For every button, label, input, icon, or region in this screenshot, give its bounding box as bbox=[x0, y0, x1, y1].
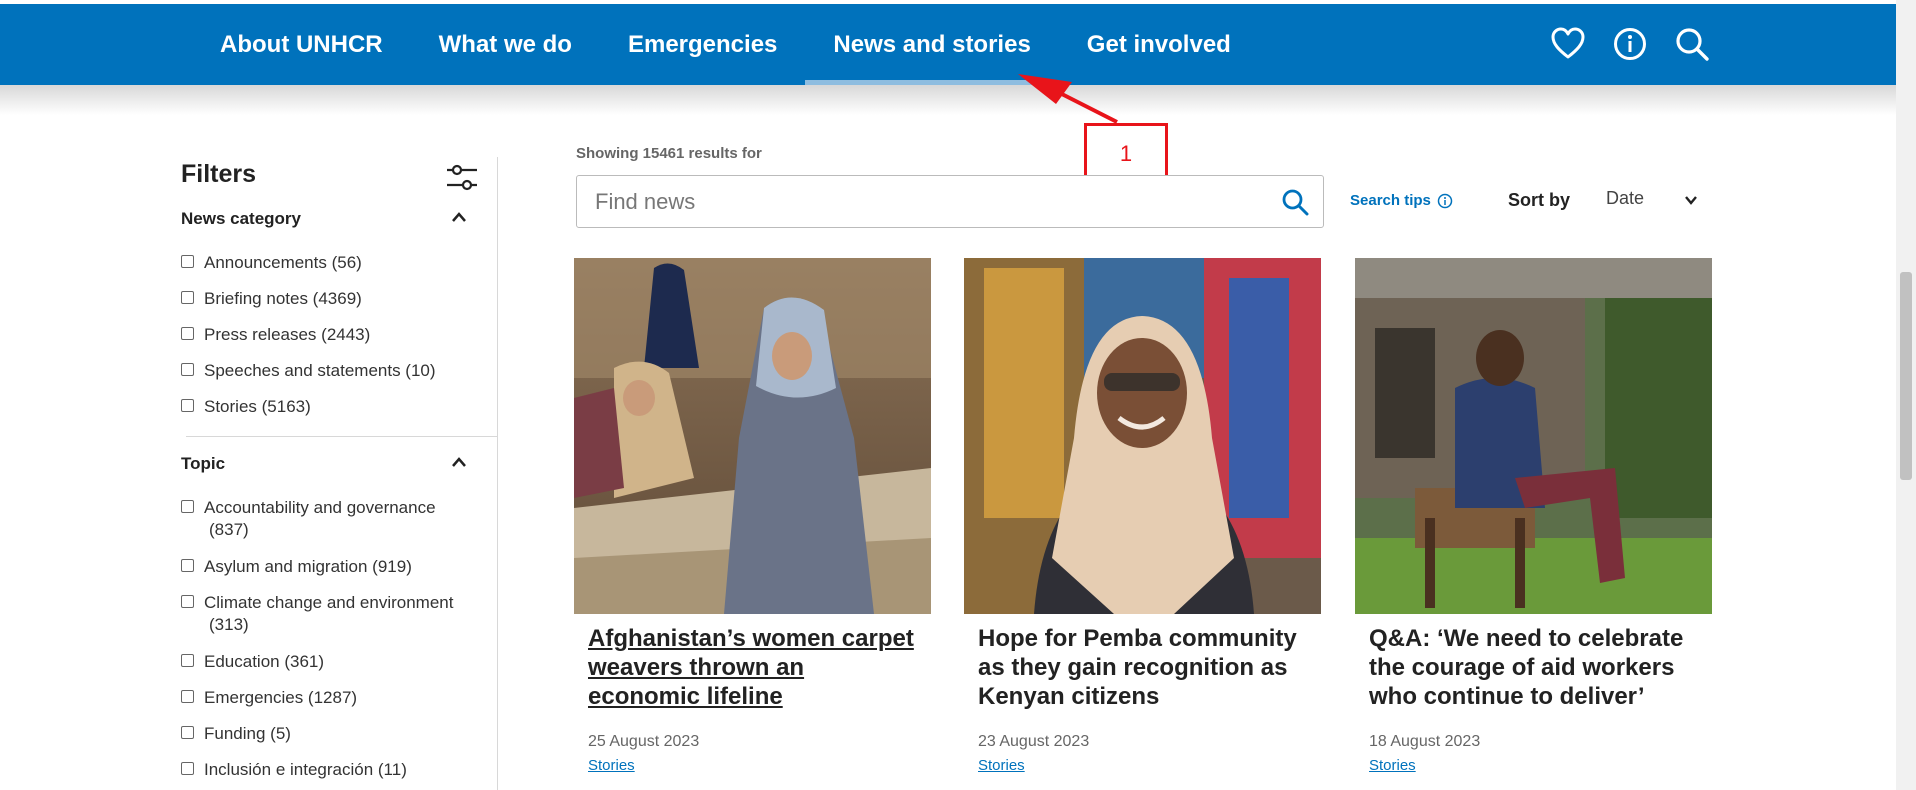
nav-shadow bbox=[0, 85, 1896, 115]
info-icon bbox=[1437, 193, 1453, 208]
checkbox[interactable] bbox=[181, 291, 194, 304]
news-card-category-link[interactable]: Stories bbox=[588, 757, 635, 774]
filter-option[interactable]: Press releases (2443) bbox=[181, 324, 481, 346]
news-card-category-link[interactable]: Stories bbox=[1369, 757, 1416, 774]
filter-option-text: Accountability and governance (837) bbox=[204, 497, 436, 541]
filter-sliders-icon[interactable] bbox=[446, 163, 478, 193]
filter-option-label: Briefing notes (4369) bbox=[204, 289, 362, 308]
filter-option-label: Education (361) bbox=[204, 652, 325, 671]
nav-item-about-unhcr[interactable]: About UNHCR bbox=[220, 4, 383, 85]
news-card: Hope for Pemba community as they gain re… bbox=[964, 258, 1321, 775]
filter-option-label: Inclusión e integración (11) bbox=[204, 760, 407, 779]
news-card-title[interactable]: Q&A: ‘We need to celebrate the courage o… bbox=[1369, 624, 1698, 711]
search-tips-label: Search tips bbox=[1350, 192, 1431, 209]
checkbox[interactable] bbox=[181, 690, 194, 703]
search-input[interactable] bbox=[595, 176, 1275, 227]
news-card-category-link[interactable]: Stories bbox=[978, 757, 1025, 774]
news-category-header[interactable]: News category bbox=[181, 209, 481, 229]
nav-item-news-and-stories[interactable]: News and stories bbox=[805, 4, 1060, 85]
news-card-date: 18 August 2023 bbox=[1369, 733, 1481, 750]
search-box bbox=[576, 175, 1324, 228]
checkbox[interactable] bbox=[181, 726, 194, 739]
checkbox[interactable] bbox=[181, 327, 194, 340]
sort-by-label: Sort by bbox=[1508, 190, 1571, 210]
chevron-down-icon bbox=[1685, 196, 1697, 205]
topic-title: Topic bbox=[181, 454, 226, 473]
checkbox[interactable] bbox=[181, 559, 194, 572]
filter-option[interactable]: Briefing notes (4369) bbox=[181, 288, 481, 310]
nav-item-what-we-do[interactable]: What we do bbox=[439, 4, 572, 85]
filter-option-label: Speeches and statements (10) bbox=[204, 361, 436, 380]
filter-option[interactable]: Inclusión e integración (11) bbox=[181, 759, 481, 781]
filter-option-label: Press releases (2443) bbox=[204, 325, 371, 344]
sort-selected-value: Date bbox=[1606, 188, 1645, 208]
filter-option[interactable]: Education (361) bbox=[181, 651, 481, 673]
news-card: Q&A: ‘We need to celebrate the courage o… bbox=[1355, 258, 1712, 775]
filter-option[interactable]: Emergencies (1287) bbox=[181, 687, 481, 709]
checkbox[interactable] bbox=[181, 255, 194, 268]
results-count-text: Showing 15461 results for bbox=[576, 145, 762, 162]
checkbox[interactable] bbox=[181, 500, 194, 513]
checkbox[interactable] bbox=[181, 595, 194, 608]
news-card-title[interactable]: Afghanistan’s women carpet weavers throw… bbox=[588, 624, 917, 711]
heart-icon[interactable] bbox=[1550, 26, 1586, 62]
news-category-title: News category bbox=[181, 209, 301, 228]
filter-option[interactable]: Accountability and governance (837) bbox=[181, 497, 481, 541]
checkbox[interactable] bbox=[181, 654, 194, 667]
checkbox[interactable] bbox=[181, 762, 194, 775]
search-icon[interactable] bbox=[1674, 26, 1710, 62]
filter-option[interactable]: Asylum and migration (919) bbox=[181, 556, 481, 578]
news-card: Afghanistan’s women carpet weavers throw… bbox=[574, 258, 931, 775]
filter-option[interactable]: Climate change and environment (313) bbox=[181, 592, 481, 636]
chevron-up-icon[interactable] bbox=[451, 211, 467, 223]
info-icon[interactable] bbox=[1612, 26, 1648, 62]
nav-item-emergencies[interactable]: Emergencies bbox=[628, 4, 777, 85]
nav-icon-group bbox=[1550, 26, 1710, 62]
filter-option-label: Announcements (56) bbox=[204, 253, 362, 272]
filter-option-label: Stories (5163) bbox=[204, 397, 311, 416]
filters-sidebar: Filters News category Announcements (56)… bbox=[181, 160, 481, 779]
page-scrollbar[interactable] bbox=[1896, 0, 1916, 790]
filter-option-label: Climate change and environment bbox=[204, 593, 454, 612]
main-nav-links: About UNHCR What we do Emergencies News … bbox=[220, 4, 1287, 85]
nav-item-get-involved[interactable]: Get involved bbox=[1087, 4, 1231, 85]
topic-header[interactable]: Topic bbox=[181, 454, 481, 474]
news-card-image[interactable] bbox=[964, 258, 1321, 614]
sidebar-section-divider bbox=[186, 436, 498, 437]
news-card-date: 23 August 2023 bbox=[978, 733, 1090, 750]
news-card-image[interactable] bbox=[1355, 258, 1712, 614]
news-card-title[interactable]: Hope for Pemba community as they gain re… bbox=[978, 624, 1307, 711]
news-card-date: 25 August 2023 bbox=[588, 733, 700, 750]
filter-option-label: Accountability and governance bbox=[204, 498, 436, 517]
filter-option-count: (313) bbox=[209, 615, 249, 634]
filter-option-count: (837) bbox=[209, 520, 249, 539]
filter-option[interactable]: Speeches and statements (10) bbox=[181, 360, 481, 382]
filter-option-label: Emergencies (1287) bbox=[204, 688, 358, 707]
filter-option[interactable]: Stories (5163) bbox=[181, 396, 481, 418]
scrollbar-thumb[interactable] bbox=[1900, 272, 1912, 480]
checkbox[interactable] bbox=[181, 399, 194, 412]
checkbox[interactable] bbox=[181, 363, 194, 376]
filter-option[interactable]: Announcements (56) bbox=[181, 252, 481, 274]
filter-option[interactable]: Funding (5) bbox=[181, 723, 481, 745]
sidebar-separator bbox=[497, 157, 498, 790]
filters-heading: Filters bbox=[181, 160, 257, 188]
search-tips-link[interactable]: Search tips bbox=[1350, 192, 1453, 209]
filter-option-label: Asylum and migration (919) bbox=[204, 557, 412, 576]
news-card-image[interactable] bbox=[574, 258, 931, 614]
filter-option-text: Climate change and environment (313) bbox=[204, 592, 453, 636]
filter-option-label: Funding (5) bbox=[204, 724, 291, 743]
search-icon[interactable] bbox=[1281, 188, 1309, 216]
chevron-up-icon[interactable] bbox=[451, 456, 467, 468]
sort-select[interactable]: Date bbox=[1606, 188, 1698, 214]
main-nav-bar: About UNHCR What we do Emergencies News … bbox=[0, 4, 1896, 85]
